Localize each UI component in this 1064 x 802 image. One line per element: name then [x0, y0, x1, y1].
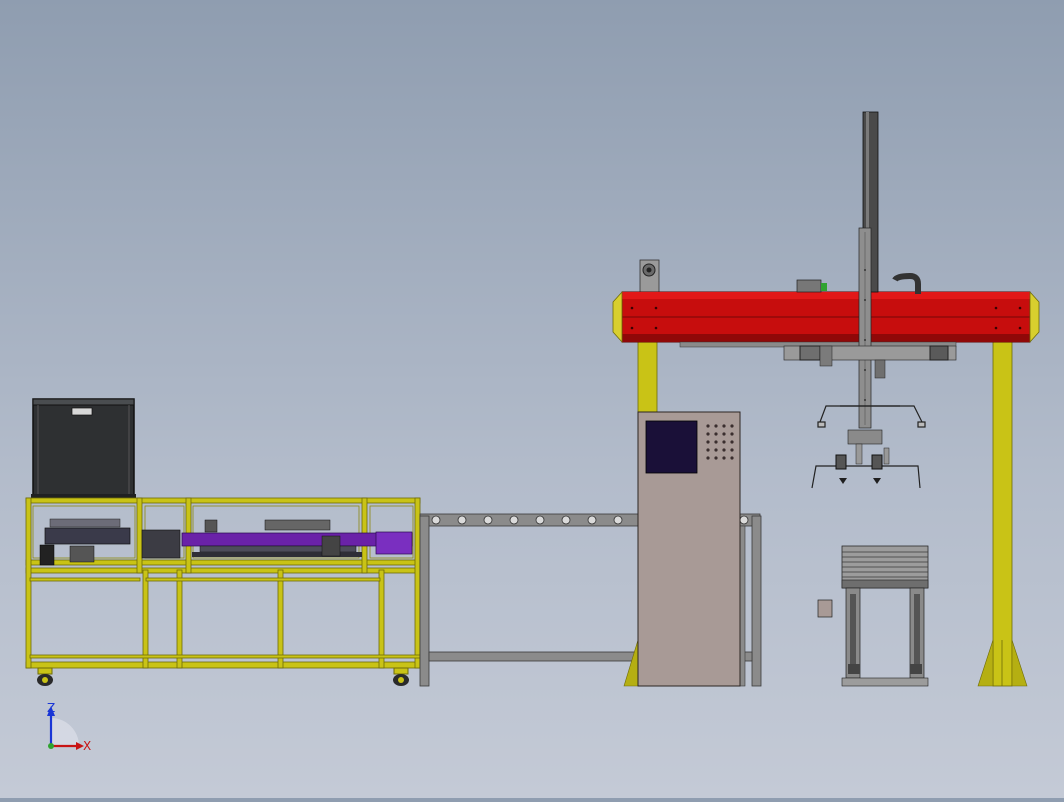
- gripper-lower: [811, 429, 921, 489]
- hmi-screen[interactable]: [645, 420, 698, 474]
- gantry-motor: [639, 259, 660, 295]
- x-axis-label: X: [83, 739, 91, 753]
- cad-viewport[interactable]: Z X: [0, 0, 1064, 798]
- gantry-post-right: [977, 339, 1028, 687]
- triad-origin: [48, 743, 54, 749]
- control-cabinet[interactable]: [637, 411, 741, 687]
- caster-wheels: [37, 667, 409, 686]
- sensor-box: [817, 599, 833, 618]
- z-axis-column: [858, 111, 879, 429]
- gantry-beam: [612, 290, 1040, 348]
- servo-box: [796, 279, 822, 293]
- cable-hose: [892, 272, 921, 294]
- feeder-machine[interactable]: [25, 398, 421, 686]
- gripper-upper: [817, 405, 926, 428]
- axis-triad: Z X: [47, 701, 91, 753]
- z-axis-label: Z: [47, 701, 55, 715]
- assembly-drawing: Z X: [25, 111, 1040, 753]
- pallet-stand[interactable]: [817, 545, 929, 687]
- hopper-box: [31, 398, 136, 498]
